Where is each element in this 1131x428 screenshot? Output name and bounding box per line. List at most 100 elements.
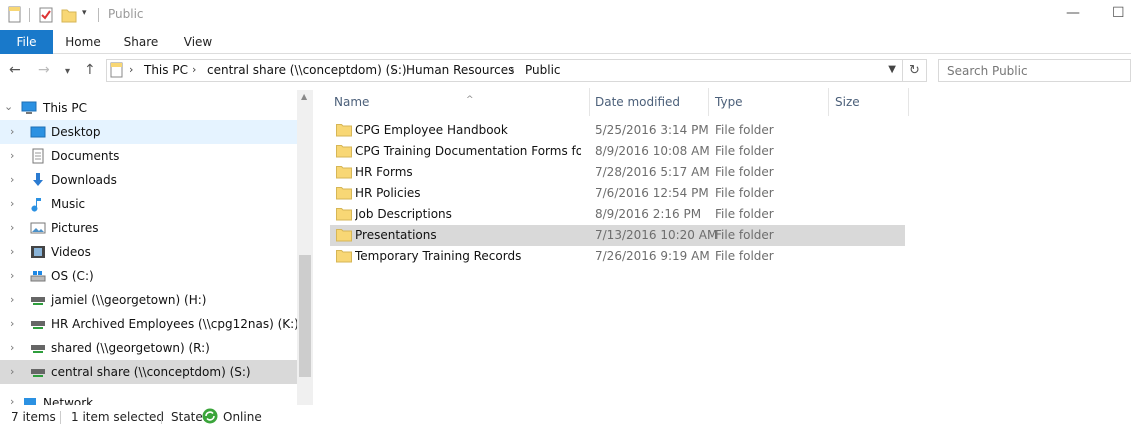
scroll-thumb[interactable] — [299, 255, 311, 377]
column-header-name[interactable]: Name ^ — [326, 88, 590, 116]
nav-item-shared[interactable]: › shared (\\georgetown) (R:) — [0, 336, 297, 360]
nav-item-desktop[interactable]: › Desktop — [0, 120, 297, 144]
nav-item-hr-archived[interactable]: › HR Archived Employees (\\cpg12nas) (K:… — [0, 312, 299, 336]
nav-item-network[interactable]: › Network — [0, 392, 297, 405]
file-name: HR Policies — [355, 186, 421, 200]
table-row[interactable]: HR Forms 7/28/2016 5:17 AM File folder — [330, 162, 905, 183]
breadcrumb-chevron[interactable]: › — [391, 63, 395, 76]
collapsed-chevron-icon[interactable]: › — [10, 149, 14, 162]
collapsed-chevron-icon[interactable]: › — [10, 317, 14, 330]
sort-ascending-icon: ^ — [466, 95, 474, 105]
folder-icon — [336, 145, 352, 158]
folder-icon — [336, 208, 352, 221]
tab-file[interactable]: File — [0, 30, 53, 54]
folder-icon — [336, 250, 352, 263]
toolbar-separator — [98, 8, 99, 22]
breadcrumb-central-share[interactable]: central share (\\conceptdom) (S:) — [207, 63, 407, 77]
nav-label: HR Archived Employees (\\cpg12nas) (K:) — [51, 317, 299, 331]
file-name: Presentations — [355, 228, 437, 242]
collapsed-chevron-icon[interactable]: › — [10, 245, 14, 258]
search-box[interactable] — [938, 59, 1131, 82]
file-list: Name ^ Date modified Type Size CPG Emplo… — [313, 88, 1131, 405]
table-row[interactable]: Temporary Training Records 7/26/2016 9:1… — [330, 246, 905, 267]
pictures-icon — [30, 222, 46, 234]
table-row[interactable]: Job Descriptions 8/9/2016 2:16 PM File f… — [330, 204, 905, 225]
selection-count: 1 item selected — [71, 410, 165, 424]
up-button[interactable]: ↑ — [84, 63, 96, 77]
collapsed-chevron-icon[interactable]: › — [10, 269, 14, 282]
recent-locations-icon[interactable]: ▾ — [65, 65, 70, 79]
nav-scrollbar[interactable]: ▲ — [297, 90, 313, 405]
breadcrumb-public[interactable]: Public — [525, 63, 561, 77]
column-header-type[interactable]: Type — [707, 88, 829, 116]
breadcrumb-chevron[interactable]: › — [510, 63, 514, 76]
item-count: 7 items — [11, 410, 56, 424]
scroll-up-icon[interactable]: ▲ — [301, 92, 307, 101]
nav-item-documents[interactable]: › Documents — [0, 144, 297, 168]
file-date: 8/9/2016 10:08 AM — [595, 144, 710, 158]
column-label: Name — [334, 95, 370, 109]
tab-home[interactable]: Home — [60, 30, 106, 54]
breadcrumb-chevron[interactable]: › — [129, 63, 133, 76]
folder-icon — [336, 166, 352, 179]
search-input[interactable] — [939, 60, 1130, 81]
customize-toolbar-icon[interactable]: ▾ — [82, 8, 98, 26]
nav-label: central share (\\conceptdom) (S:) — [51, 365, 251, 379]
file-type: File folder — [715, 249, 774, 263]
collapsed-chevron-icon[interactable]: › — [10, 221, 14, 234]
new-folder-icon[interactable] — [61, 6, 77, 24]
file-date: 7/6/2016 12:54 PM — [595, 186, 709, 200]
nav-label: jamiel (\\georgetown) (H:) — [51, 293, 207, 307]
nav-label: Music — [51, 197, 86, 211]
breadcrumb-this-pc[interactable]: This PC — [144, 63, 188, 77]
nav-label: Network — [43, 396, 94, 405]
collapsed-chevron-icon[interactable]: › — [10, 173, 14, 186]
state-value: Online — [223, 410, 262, 424]
nav-item-jamiel[interactable]: › jamiel (\\georgetown) (H:) — [0, 288, 297, 312]
tab-view[interactable]: View — [175, 30, 221, 54]
forward-button[interactable]: → — [38, 63, 50, 77]
collapsed-chevron-icon[interactable]: › — [10, 395, 14, 405]
window-title: Public — [108, 7, 144, 21]
address-dropdown-icon[interactable]: ▼ — [888, 64, 896, 75]
file-type: File folder — [715, 165, 774, 179]
table-row[interactable]: HR Policies 7/6/2016 12:54 PM File folde… — [330, 183, 905, 204]
status-separator — [161, 411, 162, 424]
back-button[interactable]: ← — [9, 63, 21, 77]
file-name: CPG Employee Handbook — [355, 123, 508, 137]
file-type: File folder — [715, 207, 774, 221]
file-type: File folder — [715, 228, 774, 242]
checklist-icon[interactable] — [38, 6, 54, 24]
nav-item-downloads[interactable]: › Downloads — [0, 168, 297, 192]
column-header-size[interactable]: Size — [827, 88, 909, 116]
collapsed-chevron-icon[interactable]: › — [10, 365, 14, 378]
nav-item-videos[interactable]: › Videos — [0, 240, 297, 264]
minimize-button[interactable]: — — [1066, 5, 1080, 21]
nav-item-this-pc[interactable]: ⌄ This PC — [0, 96, 297, 120]
nav-item-pictures[interactable]: › Pictures — [0, 216, 297, 240]
file-type: File folder — [715, 186, 774, 200]
collapsed-chevron-icon[interactable]: › — [10, 125, 14, 138]
collapsed-chevron-icon[interactable]: › — [10, 197, 14, 210]
network-drive-icon — [31, 321, 45, 329]
collapsed-chevron-icon[interactable]: › — [10, 293, 14, 306]
table-row[interactable]: CPG Employee Handbook 5/25/2016 3:14 PM … — [330, 120, 905, 141]
file-date: 7/13/2016 10:20 AM — [595, 228, 718, 242]
expanded-chevron-icon[interactable]: ⌄ — [4, 100, 13, 113]
table-row[interactable]: CPG Training Documentation Forms for ...… — [330, 141, 905, 162]
nav-item-music[interactable]: › Music — [0, 192, 297, 216]
nav-item-os-c[interactable]: › OS (C:) — [0, 264, 297, 288]
collapsed-chevron-icon[interactable]: › — [10, 341, 14, 354]
tab-share[interactable]: Share — [118, 30, 164, 54]
properties-icon[interactable] — [7, 6, 23, 24]
breadcrumb-human-resources[interactable]: Human Resources — [406, 63, 514, 77]
breadcrumb-chevron[interactable]: › — [192, 63, 196, 76]
maximize-button[interactable]: ☐ — [1112, 5, 1125, 21]
table-row[interactable]: Presentations 7/13/2016 10:20 AM File fo… — [330, 225, 905, 246]
address-bar[interactable]: › This PC › central share (\\conceptdom)… — [106, 59, 927, 82]
refresh-button[interactable]: ↻ — [902, 60, 926, 81]
column-header-date[interactable]: Date modified — [587, 88, 709, 116]
drive-icon — [30, 271, 46, 282]
title-bar: ▾ Public — ☐ — [0, 0, 1131, 30]
nav-item-central-share[interactable]: › central share (\\conceptdom) (S:) — [0, 360, 297, 384]
